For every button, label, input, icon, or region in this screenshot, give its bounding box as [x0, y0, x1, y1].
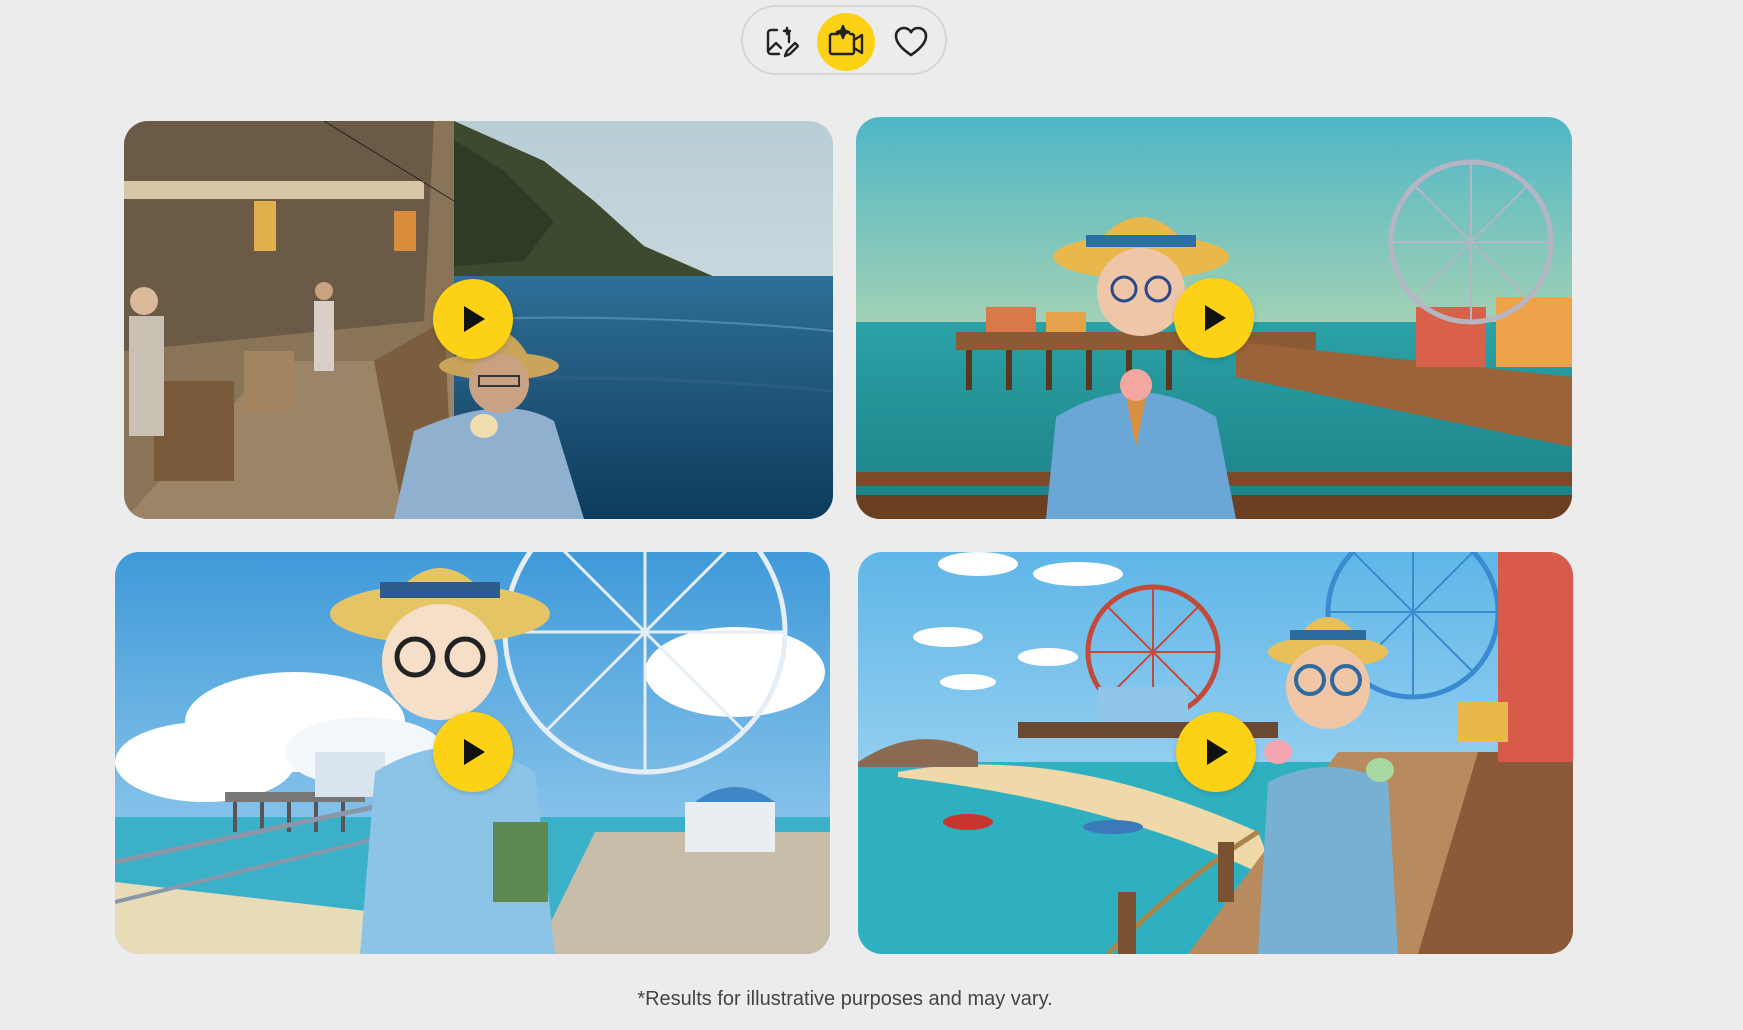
- play-button[interactable]: [1174, 278, 1254, 358]
- play-icon: [1207, 739, 1228, 765]
- play-icon: [464, 739, 485, 765]
- image-edit-icon: [766, 26, 799, 58]
- play-button[interactable]: [1176, 712, 1256, 792]
- video-card-photorealistic[interactable]: [124, 121, 833, 519]
- heart-icon: [894, 26, 928, 57]
- video-card-pixel-art[interactable]: [856, 117, 1572, 519]
- disclaimer-text: *Results for illustrative purposes and m…: [637, 988, 1053, 1010]
- play-button[interactable]: [433, 712, 513, 792]
- video-generate-button[interactable]: [817, 13, 875, 71]
- page: *Results for illustrative purposes and m…: [0, 0, 1743, 1030]
- video-card-anime[interactable]: [115, 552, 830, 954]
- play-button[interactable]: [433, 279, 513, 359]
- mode-toolbar: [741, 5, 947, 75]
- video-card-3d-clay[interactable]: [858, 552, 1573, 954]
- video-sparkle-icon: [828, 24, 864, 56]
- play-icon: [1205, 305, 1226, 331]
- play-icon: [464, 306, 485, 332]
- favorite-button[interactable]: [882, 13, 940, 71]
- image-edit-button[interactable]: [752, 13, 810, 71]
